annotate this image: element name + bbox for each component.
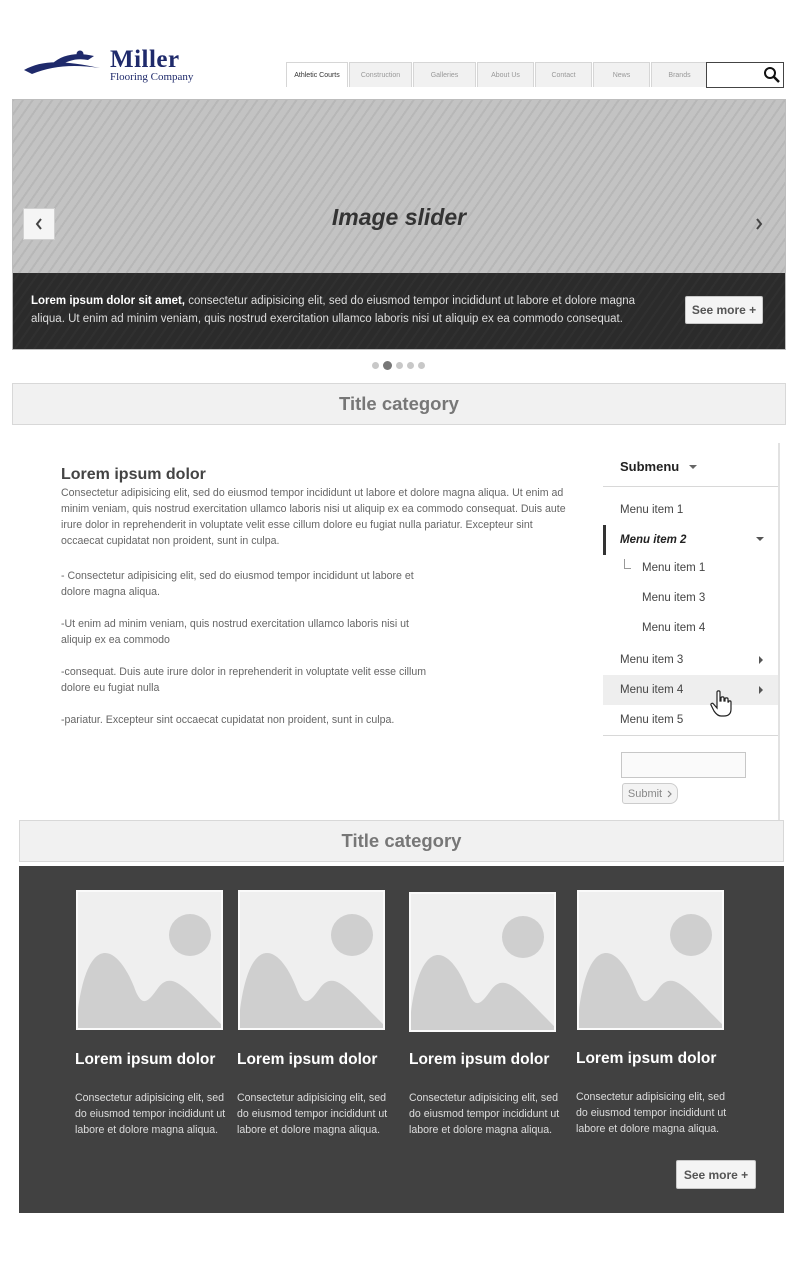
submenu-item-label: Menu item 3 xyxy=(620,654,684,666)
submenu-subitem[interactable]: Menu item 3 xyxy=(603,583,778,613)
section-title: Title category xyxy=(12,383,786,425)
logo[interactable]: Miller Flooring Company xyxy=(22,46,202,84)
tree-connector xyxy=(624,559,631,569)
caret-right-icon xyxy=(759,656,763,664)
chevron-right-icon xyxy=(667,790,672,797)
logo-name: Miller xyxy=(110,46,180,73)
submenu-item[interactable]: Menu item 5 xyxy=(603,705,778,735)
see-more-button[interactable]: See more + xyxy=(685,296,763,324)
submenu-header[interactable]: Submenu xyxy=(620,459,698,474)
image-placeholder-icon[interactable] xyxy=(577,890,724,1030)
card-text: Consectetur adipisicing elit, sed do eiu… xyxy=(409,1092,560,1136)
logo-subtitle: Flooring Company xyxy=(110,71,194,83)
submenu-item-label: Menu item 4 xyxy=(642,622,706,634)
submenu-item-label: Menu item 4 xyxy=(620,684,684,696)
slider-dot[interactable] xyxy=(372,362,379,369)
slider-caption: Lorem ipsum dolor sit amet, consectetur … xyxy=(13,273,785,349)
divider xyxy=(603,735,778,736)
nav-tab-news[interactable]: News xyxy=(593,62,650,87)
logo-swoosh-icon xyxy=(24,50,100,74)
submenu-subitem[interactable]: Menu item 4 xyxy=(603,613,778,643)
card-text: Consectetur adipisicing elit, sed do eiu… xyxy=(75,1092,226,1136)
slider-prev-button[interactable] xyxy=(23,208,55,240)
submenu-item-label: Menu item 5 xyxy=(620,714,684,726)
submenu-item-label: Menu item 2 xyxy=(620,534,687,546)
submenu-title: Submenu xyxy=(620,459,680,474)
caret-down-icon xyxy=(689,464,698,469)
submenu-item-label: Menu item 1 xyxy=(620,504,684,516)
hand-cursor-icon xyxy=(710,690,732,717)
submenu-subitem[interactable]: Menu item 1 xyxy=(603,553,778,583)
card-text: Consectetur adipisicing elit, sed do eiu… xyxy=(237,1092,388,1136)
nav-tab-brands[interactable]: Brands xyxy=(651,62,708,87)
caption-text: Lorem ipsum dolor sit amet, consectetur … xyxy=(31,292,661,328)
slider-dot[interactable] xyxy=(418,362,425,369)
section-title: Title category xyxy=(19,820,784,862)
article-bullet: -Ut enim ad minim veniam, quis nostrud e… xyxy=(61,618,409,646)
image-placeholder-icon[interactable] xyxy=(238,890,385,1030)
nav-tab-athletic-courts[interactable]: Athletic Courts xyxy=(286,62,348,87)
caret-down-icon xyxy=(756,537,764,541)
chevron-right-icon xyxy=(756,218,763,230)
slider-dot[interactable] xyxy=(396,362,403,369)
card-title: Lorem ipsum dolor xyxy=(576,1050,717,1067)
search-icon[interactable] xyxy=(763,66,781,84)
caption-bold: Lorem ipsum dolor sit amet, xyxy=(31,295,185,307)
submenu-text-input[interactable] xyxy=(621,752,746,778)
submenu-item-label: Menu item 3 xyxy=(642,592,706,604)
slider-dot-active[interactable] xyxy=(383,361,392,370)
caret-right-icon xyxy=(759,686,763,694)
article-title: Lorem ipsum dolor xyxy=(61,466,206,483)
image-slider: Image slider Lorem ipsum dolor sit amet,… xyxy=(12,99,786,350)
submenu-item[interactable]: Menu item 3 xyxy=(603,645,778,675)
nav-tab-galleries[interactable]: Galleries xyxy=(413,62,476,87)
card-title: Lorem ipsum dolor xyxy=(75,1051,216,1068)
article-intro: Consectetur adipisicing elit, sed do eiu… xyxy=(61,487,566,547)
submenu-item-current[interactable]: Menu item 2 xyxy=(603,525,778,555)
chevron-left-icon xyxy=(35,218,42,230)
submit-button[interactable]: Submit xyxy=(622,783,678,804)
divider xyxy=(603,486,778,487)
main-nav: Athletic Courts Construction Galleries A… xyxy=(286,62,708,87)
search-box xyxy=(706,62,784,88)
image-placeholder-icon[interactable] xyxy=(76,890,223,1030)
submenu: Submenu Menu item 1 Menu item 2 Menu ite… xyxy=(603,443,780,821)
slider-title: Image slider xyxy=(331,204,467,230)
card-title: Lorem ipsum dolor xyxy=(237,1051,378,1068)
card-title: Lorem ipsum dolor xyxy=(409,1051,550,1068)
gallery-section: Lorem ipsum dolor Consectetur adipisicin… xyxy=(19,866,784,1213)
submenu-item[interactable]: Menu item 1 xyxy=(603,495,778,525)
article-bullet: -consequat. Duis aute irure dolor in rep… xyxy=(61,666,427,694)
submenu-item-hovered[interactable]: Menu item 4 xyxy=(603,675,778,705)
submit-label: Submit xyxy=(627,787,663,800)
slider-dot[interactable] xyxy=(407,362,414,369)
see-more-button[interactable]: See more + xyxy=(676,1160,756,1189)
search-input[interactable] xyxy=(709,64,765,86)
article-bullet: -pariatur. Excepteur sint occaecat cupid… xyxy=(61,714,395,726)
nav-tab-contact[interactable]: Contact xyxy=(535,62,592,87)
submenu-item-label: Menu item 1 xyxy=(642,562,706,574)
card-text: Consectetur adipisicing elit, sed do eiu… xyxy=(576,1091,727,1135)
image-placeholder-icon[interactable] xyxy=(409,892,556,1032)
nav-tab-about-us[interactable]: About Us xyxy=(477,62,534,87)
slider-next-button[interactable] xyxy=(751,215,767,233)
nav-tab-construction[interactable]: Construction xyxy=(349,62,412,87)
article-bullet: - Consectetur adipisicing elit, sed do e… xyxy=(61,570,414,598)
slider-dots xyxy=(372,361,425,370)
